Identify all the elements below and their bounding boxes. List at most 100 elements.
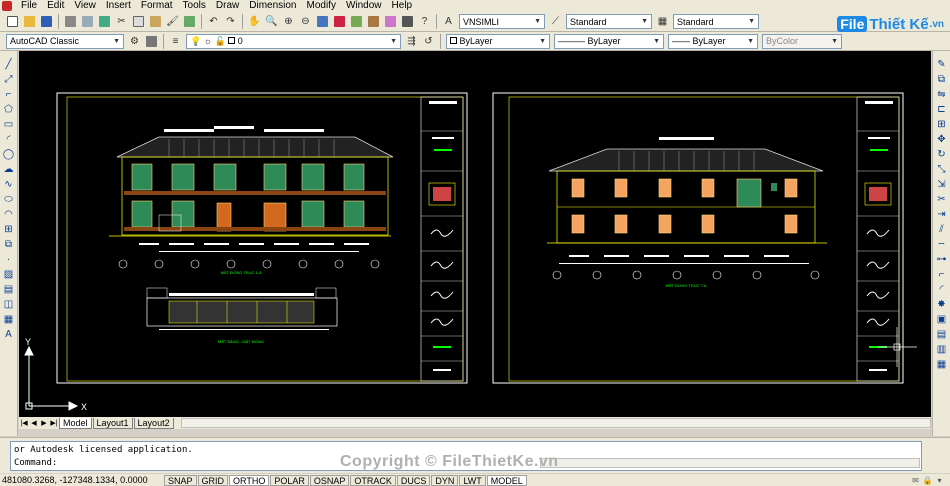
ellipse-icon[interactable]: ⬭ bbox=[2, 193, 16, 206]
mirror-icon[interactable]: ⇋ bbox=[935, 88, 949, 101]
fillet-icon[interactable]: ◜ bbox=[935, 283, 949, 296]
offset-icon[interactable]: ⊏ bbox=[935, 103, 949, 116]
print-preview-icon[interactable] bbox=[80, 14, 95, 29]
prev-tab-icon[interactable]: ◀ bbox=[29, 418, 39, 428]
first-tab-icon[interactable]: |◀ bbox=[19, 418, 29, 428]
last-tab-icon[interactable]: ▶| bbox=[49, 418, 59, 428]
extend-icon[interactable]: ⇥ bbox=[935, 208, 949, 221]
status-menu-icon[interactable]: ▾ bbox=[935, 476, 944, 485]
spline-icon[interactable]: ∿ bbox=[2, 178, 16, 191]
workspace-select[interactable]: AutoCAD Classic ▼ bbox=[6, 33, 124, 49]
copy-object-icon[interactable]: ⧉ bbox=[935, 73, 949, 86]
draworder-front-icon[interactable]: ▥ bbox=[935, 343, 949, 356]
table-style-icon[interactable]: ▦ bbox=[655, 14, 670, 29]
menu-file[interactable]: File bbox=[16, 0, 42, 12]
multiline-text-icon[interactable]: A bbox=[2, 328, 16, 341]
menu-edit[interactable]: Edit bbox=[42, 0, 69, 12]
next-tab-icon[interactable]: ▶ bbox=[39, 418, 49, 428]
print-icon[interactable] bbox=[63, 14, 78, 29]
trim-icon[interactable]: ✂ bbox=[935, 193, 949, 206]
text-style-icon[interactable]: A bbox=[441, 14, 456, 29]
sheet-set-icon[interactable] bbox=[366, 14, 381, 29]
tab-model[interactable]: Model bbox=[59, 417, 92, 429]
lwt-toggle[interactable]: LWT bbox=[459, 474, 486, 486]
revision-cloud-icon[interactable]: ☁ bbox=[2, 163, 16, 176]
cut-icon[interactable]: ✂ bbox=[114, 14, 129, 29]
dim-style-icon[interactable]: ⟋ bbox=[548, 14, 563, 29]
break-at-point-icon[interactable]: ⫽ bbox=[935, 223, 949, 236]
stretch-icon[interactable]: ⇲ bbox=[935, 178, 949, 191]
line-icon[interactable]: ╱ bbox=[2, 58, 16, 71]
hatch-icon[interactable]: ▨ bbox=[2, 268, 16, 281]
workspace-settings-icon[interactable]: ⚙ bbox=[127, 34, 142, 49]
layer-select[interactable]: 💡 ☼ 🔓 0 ▼ bbox=[186, 33, 401, 49]
make-current-layer-icon[interactable]: ⇶ bbox=[404, 34, 419, 49]
lineweight-select[interactable]: —— ByLayer ▼ bbox=[668, 33, 758, 49]
draworder-above-icon[interactable]: ▦ bbox=[935, 358, 949, 371]
paste-icon[interactable] bbox=[148, 14, 163, 29]
menu-view[interactable]: View bbox=[69, 0, 101, 12]
snap-toggle[interactable]: SNAP bbox=[164, 474, 197, 486]
otrack-toggle[interactable]: OTRACK bbox=[350, 474, 396, 486]
menu-tools[interactable]: Tools bbox=[178, 0, 211, 12]
chamfer-icon[interactable]: ⌐ bbox=[935, 268, 949, 281]
rectangle-icon[interactable]: ▭ bbox=[2, 118, 16, 131]
make-block-icon[interactable]: ⧉ bbox=[2, 238, 16, 251]
rotate-icon[interactable]: ↻ bbox=[935, 148, 949, 161]
menu-help[interactable]: Help bbox=[387, 0, 418, 12]
table-style-select[interactable]: Standard ▼ bbox=[673, 14, 759, 29]
menu-insert[interactable]: Insert bbox=[101, 0, 136, 12]
menu-dimension[interactable]: Dimension bbox=[244, 0, 301, 12]
zoom-window-icon[interactable]: ⊕ bbox=[281, 14, 296, 29]
join-icon[interactable]: ⊶ bbox=[935, 253, 949, 266]
menu-modify[interactable]: Modify bbox=[302, 0, 341, 12]
text-style-select[interactable]: VNSIMLI ▼ bbox=[459, 14, 545, 29]
circle-icon[interactable]: ◯ bbox=[2, 148, 16, 161]
gradient-icon[interactable]: ▤ bbox=[2, 283, 16, 296]
drawing-canvas[interactable]: MẶT ĐỨNG TRỤC 1-4 MẶT BẰNG - MẶT ĐỨNG MẶ… bbox=[19, 51, 931, 417]
tab-layout2[interactable]: Layout2 bbox=[133, 417, 174, 429]
tool-palettes-icon[interactable] bbox=[349, 14, 364, 29]
dyn-toggle[interactable]: DYN bbox=[431, 474, 459, 486]
help-icon[interactable]: ? bbox=[417, 14, 432, 29]
draworder-icon[interactable]: ▣ bbox=[935, 313, 949, 326]
autocad-app-icon[interactable] bbox=[2, 1, 12, 11]
erase-icon[interactable]: ✎ bbox=[935, 58, 949, 71]
scale-icon[interactable]: ⤡ bbox=[935, 163, 949, 176]
publish-icon[interactable] bbox=[97, 14, 112, 29]
design-center-icon[interactable] bbox=[332, 14, 347, 29]
lock-toolbars-icon[interactable]: 🔒 bbox=[923, 476, 933, 485]
color-select[interactable]: ByLayer ▼ bbox=[446, 33, 550, 49]
osnap-toggle[interactable]: OSNAP bbox=[309, 474, 350, 486]
save-icon[interactable] bbox=[39, 14, 54, 29]
match-properties-icon[interactable]: 🖌 bbox=[165, 14, 180, 29]
redo-icon[interactable]: ↷ bbox=[223, 14, 238, 29]
copy-icon[interactable] bbox=[131, 14, 146, 29]
layer-manager-icon[interactable]: ≡ bbox=[168, 34, 183, 49]
ellipse-arc-icon[interactable]: ◠ bbox=[2, 208, 16, 221]
layer-previous-icon[interactable]: ↺ bbox=[421, 34, 436, 49]
zoom-realtime-icon[interactable]: 🔍 bbox=[264, 14, 279, 29]
model-toggle[interactable]: MODEL bbox=[486, 474, 527, 486]
open-file-icon[interactable] bbox=[22, 14, 37, 29]
horizontal-scrollbar[interactable] bbox=[180, 418, 931, 428]
insert-block-icon[interactable]: ⊞ bbox=[2, 223, 16, 236]
tab-layout1[interactable]: Layout1 bbox=[92, 417, 133, 429]
break-icon[interactable]: ╌ bbox=[935, 238, 949, 251]
menu-window[interactable]: Window bbox=[341, 0, 387, 12]
dim-style-select[interactable]: Standard ▼ bbox=[566, 14, 652, 29]
table-icon[interactable]: ▦ bbox=[2, 313, 16, 326]
new-file-icon[interactable] bbox=[5, 14, 20, 29]
move-icon[interactable]: ✥ bbox=[935, 133, 949, 146]
menu-draw[interactable]: Draw bbox=[211, 0, 244, 12]
pan-icon[interactable]: ✋ bbox=[247, 14, 262, 29]
communication-center-icon[interactable]: ✉ bbox=[911, 476, 920, 485]
ortho-toggle[interactable]: ORTHO bbox=[229, 474, 270, 486]
array-icon[interactable]: ⊞ bbox=[935, 118, 949, 131]
zoom-previous-icon[interactable]: ⊖ bbox=[298, 14, 313, 29]
block-editor-icon[interactable] bbox=[182, 14, 197, 29]
draworder-back-icon[interactable]: ▤ bbox=[935, 328, 949, 341]
polygon-icon[interactable]: ⬠ bbox=[2, 103, 16, 116]
arc-icon[interactable]: ◜ bbox=[2, 133, 16, 146]
construction-line-icon[interactable]: ⤢ bbox=[2, 73, 16, 86]
